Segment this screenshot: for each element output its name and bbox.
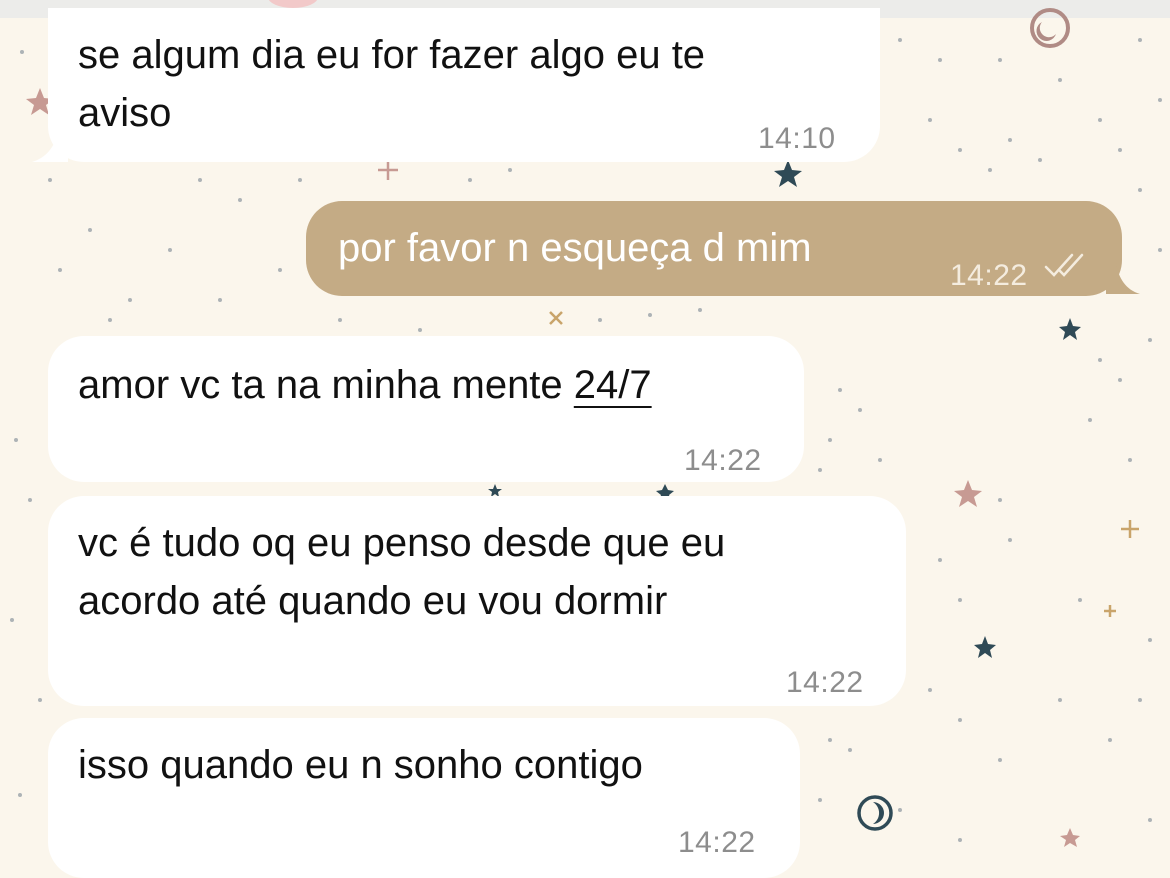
message-time: 14:10	[758, 122, 836, 155]
message-bubble-incoming[interactable]: vc é tudo oq eu penso desde que eu acord…	[48, 496, 906, 706]
date-link[interactable]: 24/7	[574, 363, 652, 407]
moon-icon	[857, 795, 893, 831]
moon-icon	[1030, 8, 1070, 48]
message-text: amor vc ta na minha mente 24/7	[78, 356, 652, 414]
read-double-check-icon	[1044, 253, 1084, 277]
bubble-tail	[32, 130, 68, 162]
message-time: 14:22	[678, 826, 756, 859]
message-text: vc é tudo oq eu penso desde que eu acord…	[78, 521, 726, 623]
message-text-prefix: amor vc ta na minha mente	[78, 363, 574, 407]
message-text: se algum dia eu for fazer algo eu te avi…	[78, 33, 706, 135]
message-bubble-outgoing[interactable]: por favor n esqueça d mim 14:22	[306, 201, 1122, 296]
message-text: isso quando eu n sonho contigo	[78, 743, 643, 787]
message-bubble-incoming[interactable]: amor vc ta na minha mente 24/7 14:22	[48, 336, 804, 482]
message-time: 14:22	[950, 259, 1028, 292]
message-bubble-incoming[interactable]: isso quando eu n sonho contigo 14:22	[48, 718, 800, 878]
bubble-tail	[1106, 262, 1140, 294]
message-bubble-incoming[interactable]: se algum dia eu for fazer algo eu te avi…	[48, 8, 880, 162]
message-time: 14:22	[786, 666, 864, 699]
message-text: por favor n esqueça d mim	[338, 226, 812, 270]
message-time: 14:22	[684, 444, 762, 477]
